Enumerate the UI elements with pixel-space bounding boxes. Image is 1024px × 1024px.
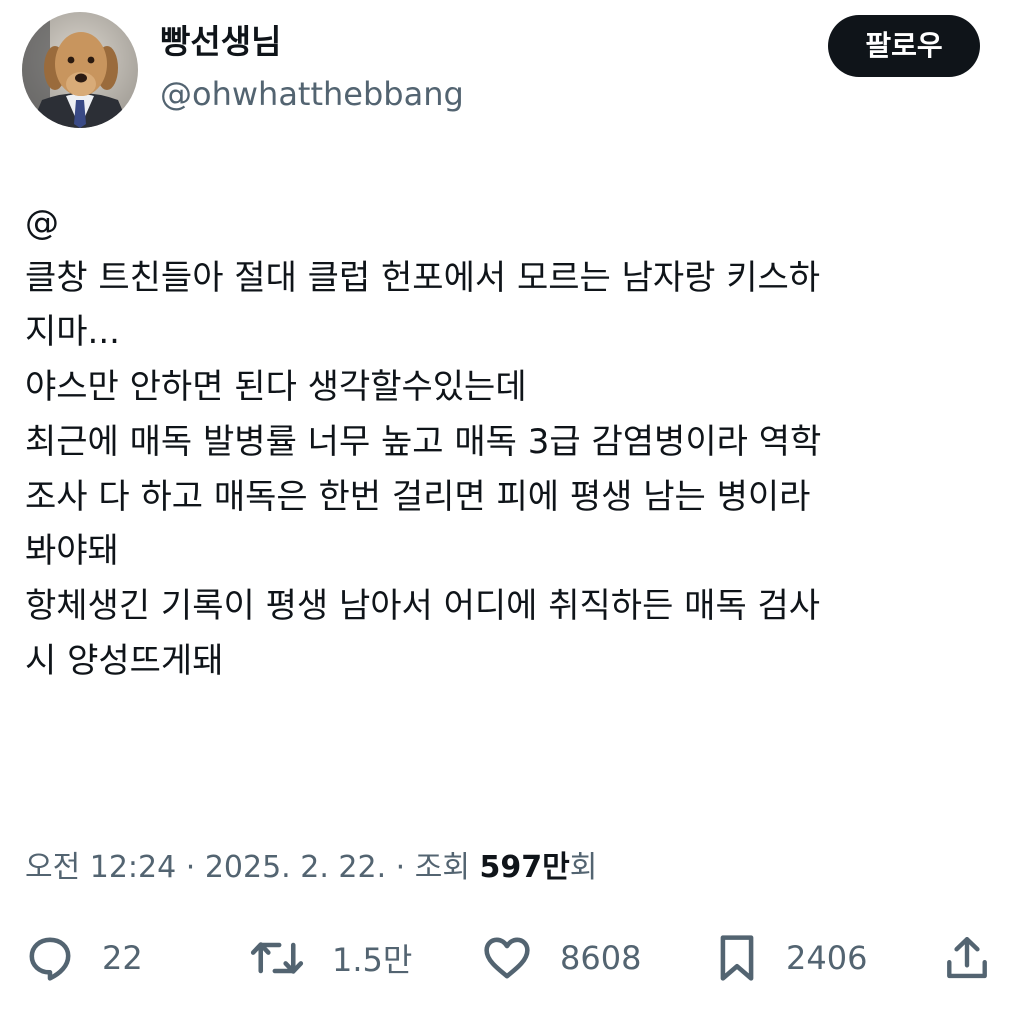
tweet-text: @ 클창 트친들아 절대 클럽 헌포에서 모르는 남자랑 키스하 지마... 야…: [25, 196, 1000, 688]
reply-icon: [29, 937, 71, 981]
reply-count: 22: [102, 939, 143, 977]
reply-button[interactable]: 22: [24, 930, 143, 986]
tweet-line: 봐야돼: [25, 531, 119, 572]
like-count: 8608: [560, 939, 642, 977]
bookmark-count: 2406: [786, 939, 868, 977]
tweet-line[interactable]: @: [25, 196, 1000, 251]
share-icon: [947, 937, 987, 979]
tweet-line: 최근에 매독 발병률 너무 높고 매독 3급 감염병이라 역학: [25, 421, 822, 462]
follow-button[interactable]: 팔로우: [828, 15, 980, 77]
tweet-line: 조사 다 하고 매독은 한번 걸리면 피에 평생 남는 병이라: [25, 476, 811, 517]
views-unit: 회: [569, 850, 598, 885]
tweet-metadata: 오전 12:24 · 2025. 2. 22. · 조회 597만회: [25, 845, 597, 891]
display-name[interactable]: 빵선생님: [160, 20, 281, 64]
tweet-line: 항체생긴 기록이 평생 남아서 어디에 취직하든 매독 검사: [25, 585, 821, 626]
like-button[interactable]: 8608: [480, 930, 641, 986]
views-count: 597만: [479, 850, 570, 885]
action-bar: 22 1.5만 8608 2406: [0, 930, 1024, 986]
tweet-time[interactable]: 오전 12:24: [25, 850, 176, 885]
bookmark-icon: [720, 935, 754, 981]
avatar[interactable]: [22, 12, 138, 128]
tweet-line: 야스만 안하면 된다 생각할수있는데: [25, 367, 527, 408]
retweet-icon: [250, 942, 304, 974]
views-label: 조회: [414, 850, 480, 885]
heart-icon: [484, 937, 530, 979]
meta-separator: ·: [386, 850, 415, 885]
user-handle[interactable]: @ohwhatthebbang: [160, 72, 464, 116]
dog-in-suit-avatar-icon: [22, 12, 138, 128]
retweet-count: 1.5만: [332, 941, 413, 979]
tweet-line: 지마...: [25, 312, 120, 353]
retweet-button[interactable]: 1.5만: [248, 930, 412, 986]
bookmark-button[interactable]: 2406: [714, 930, 867, 986]
tweet-line: 시 양성뜨게돼: [25, 640, 224, 681]
meta-separator: ·: [176, 850, 205, 885]
tweet-line: 클창 트친들아 절대 클럽 헌포에서 모르는 남자랑 키스하: [25, 257, 821, 298]
share-button[interactable]: [942, 930, 992, 986]
tweet-date[interactable]: 2025. 2. 22.: [205, 850, 386, 885]
